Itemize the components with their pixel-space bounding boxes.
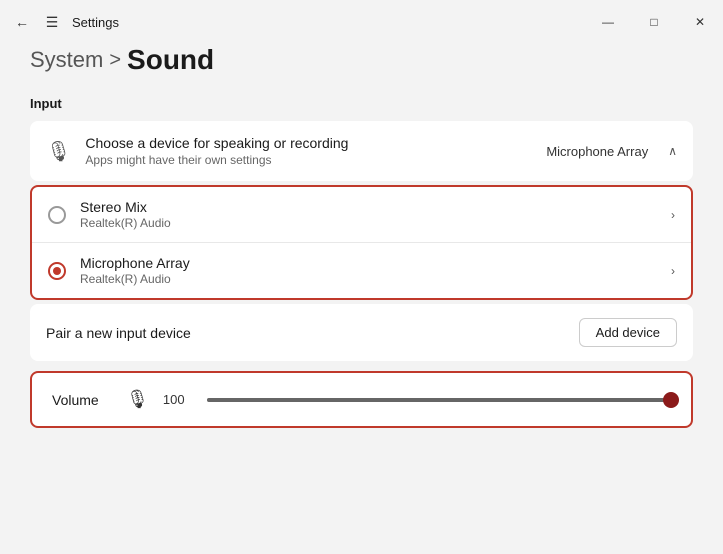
titlebar-title: Settings — [72, 15, 119, 30]
close-button[interactable]: ✕ — [677, 6, 723, 38]
titlebar: ← ☰ Settings — □ ✕ — [0, 0, 723, 40]
volume-mic-icon: 🎙 — [126, 389, 149, 410]
microphone-icon: 🎙 — [46, 139, 71, 164]
volume-value: 100 — [163, 392, 193, 407]
choose-device-card: 🎙 Choose a device for speaking or record… — [30, 121, 693, 181]
breadcrumb-separator: > — [109, 49, 121, 72]
breadcrumb-current: Sound — [127, 44, 214, 76]
add-device-button[interactable]: Add device — [579, 318, 677, 347]
microphone-array-chevron-icon: › — [671, 264, 675, 278]
main-content: System > Sound Input 🎙 Choose a device f… — [0, 40, 723, 554]
pair-device-row: Pair a new input device Add device — [30, 304, 693, 361]
volume-card: Volume 🎙 100 — [30, 371, 693, 428]
stereo-mix-name: Stereo Mix — [80, 199, 671, 215]
device-stereo-mix[interactable]: Stereo Mix Realtek(R) Audio › — [32, 187, 691, 243]
maximize-button[interactable]: □ — [631, 6, 677, 38]
breadcrumb-system[interactable]: System — [30, 47, 103, 73]
stereo-mix-desc: Realtek(R) Audio — [80, 216, 671, 230]
volume-slider-track[interactable] — [207, 398, 671, 402]
stereo-mix-info: Stereo Mix Realtek(R) Audio — [80, 199, 671, 230]
volume-slider-fill — [207, 398, 671, 402]
choose-device-subtitle: Apps might have their own settings — [85, 153, 532, 167]
device-microphone-array[interactable]: Microphone Array Realtek(R) Audio › — [32, 243, 691, 298]
minimize-button[interactable]: — — [585, 6, 631, 38]
stereo-mix-chevron-icon: › — [671, 208, 675, 222]
settings-window: ← ☰ Settings — □ ✕ System > Sound Input … — [0, 0, 723, 554]
chevron-up-icon: ∧ — [668, 144, 677, 158]
choose-device-title: Choose a device for speaking or recordin… — [85, 135, 532, 151]
volume-label: Volume — [52, 392, 112, 408]
devices-section: Stereo Mix Realtek(R) Audio › Microphone… — [30, 185, 693, 300]
microphone-array-radio[interactable] — [48, 262, 66, 280]
back-button[interactable]: ← — [12, 12, 32, 32]
selected-device-value: Microphone Array — [546, 144, 648, 159]
microphone-array-name: Microphone Array — [80, 255, 671, 271]
stereo-mix-radio[interactable] — [48, 206, 66, 224]
menu-button[interactable]: ☰ — [42, 12, 62, 32]
window-controls: — □ ✕ — [585, 6, 723, 38]
breadcrumb: System > Sound — [30, 44, 693, 76]
pair-device-label: Pair a new input device — [46, 325, 579, 341]
choose-device-text: Choose a device for speaking or recordin… — [85, 135, 532, 167]
titlebar-left: ← ☰ Settings — [12, 12, 585, 32]
microphone-array-desc: Realtek(R) Audio — [80, 272, 671, 286]
microphone-array-info: Microphone Array Realtek(R) Audio — [80, 255, 671, 286]
volume-slider-thumb[interactable] — [663, 392, 679, 408]
choose-device-header[interactable]: 🎙 Choose a device for speaking or record… — [30, 121, 693, 181]
input-section-title: Input — [30, 96, 693, 111]
